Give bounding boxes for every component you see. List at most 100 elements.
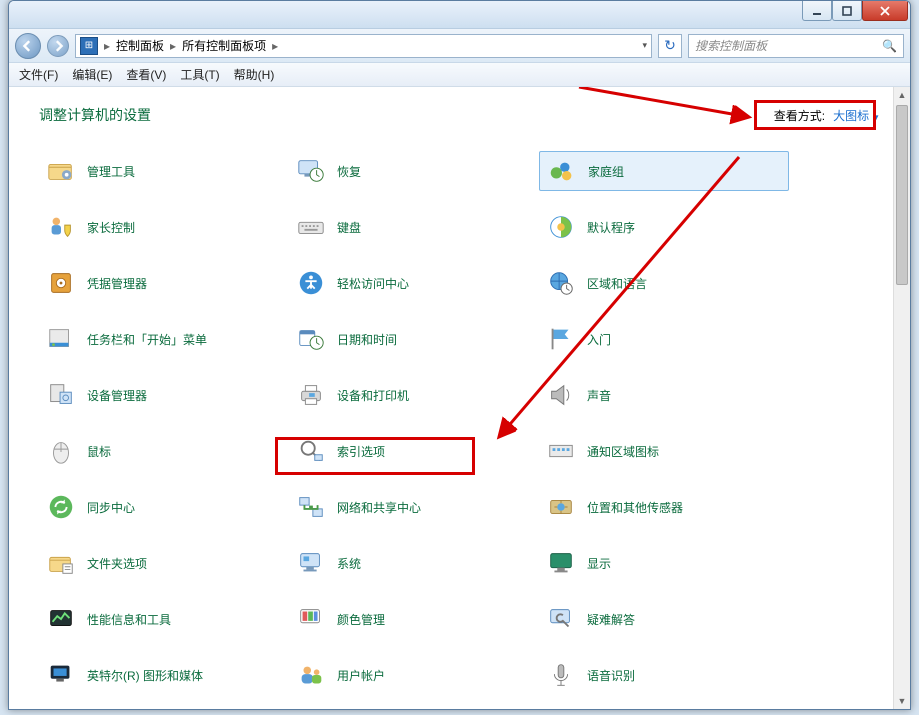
item-credential[interactable]: 凭据管理器 xyxy=(39,263,289,303)
item-label: 默认程序 xyxy=(587,219,635,236)
nav-row: ⊞ ▸ 控制面板 ▸ 所有控制面板项 ▸ ▾ ↻ 搜索控制面板 🔍 xyxy=(9,29,910,63)
ease-access-icon xyxy=(295,267,327,299)
monitor-clock-icon xyxy=(295,155,327,187)
item-network-sharing[interactable]: 网络和共享中心 xyxy=(289,487,539,527)
microphone-icon xyxy=(545,659,577,691)
chevron-right-icon: ▸ xyxy=(170,39,176,53)
homegroup-icon xyxy=(546,155,578,187)
item-device-manager[interactable]: 设备管理器 xyxy=(39,375,289,415)
item-location[interactable]: 位置和其他传感器 xyxy=(539,487,789,527)
item-devices-printers[interactable]: 设备和打印机 xyxy=(289,375,539,415)
menu-edit[interactable]: 编辑(E) xyxy=(72,66,112,83)
minimize-button[interactable] xyxy=(802,1,832,21)
search-placeholder: 搜索控制面板 xyxy=(695,37,767,54)
item-taskbar[interactable]: 任务栏和「开始」菜单 xyxy=(39,319,289,359)
item-label: 管理工具 xyxy=(87,163,135,180)
item-label: 设备管理器 xyxy=(87,387,147,404)
scroll-up-icon[interactable]: ▲ xyxy=(894,87,910,103)
item-label: 索引选项 xyxy=(337,443,385,460)
scroll-down-icon[interactable]: ▼ xyxy=(894,693,910,709)
item-notification-icons[interactable]: 通知区域图标 xyxy=(539,431,789,471)
item-label: 任务栏和「开始」菜单 xyxy=(87,331,207,348)
item-ease-access[interactable]: 轻松访问中心 xyxy=(289,263,539,303)
item-label: 日期和时间 xyxy=(337,331,397,348)
item-label: 网络和共享中心 xyxy=(337,499,421,516)
item-label: 区域和语言 xyxy=(587,275,647,292)
globe-clock-icon xyxy=(545,267,577,299)
mouse-icon xyxy=(45,435,77,467)
troubleshoot-icon xyxy=(545,603,577,635)
intel-graphics-icon xyxy=(45,659,77,691)
close-button[interactable] xyxy=(862,1,908,21)
printer-icon xyxy=(295,379,327,411)
item-label: 系统 xyxy=(337,555,361,572)
item-keyboard[interactable]: 键盘 xyxy=(289,207,539,247)
scrollbar[interactable]: ▲ ▼ xyxy=(893,87,910,709)
item-label: 家长控制 xyxy=(87,219,135,236)
item-system[interactable]: 系统 xyxy=(289,543,539,583)
safe-icon xyxy=(45,267,77,299)
item-label: 同步中心 xyxy=(87,499,135,516)
content-area: ▲ ▼ 调整计算机的设置 查看方式: 大图标▼ 管理工具 恢复 家庭组 家长控制… xyxy=(9,87,910,709)
folder-gear-icon xyxy=(45,155,77,187)
item-sound[interactable]: 声音 xyxy=(539,375,789,415)
item-label: 键盘 xyxy=(337,219,361,236)
programs-icon xyxy=(545,211,577,243)
item-intel-graphics[interactable]: 英特尔(R) 图形和媒体 xyxy=(39,655,289,695)
item-homegroup[interactable]: 家庭组 xyxy=(539,151,789,191)
menu-file[interactable]: 文件(F) xyxy=(19,66,58,83)
menu-view[interactable]: 查看(V) xyxy=(126,66,166,83)
item-display[interactable]: 显示 xyxy=(539,543,789,583)
item-admin-tools[interactable]: 管理工具 xyxy=(39,151,289,191)
item-label: 恢复 xyxy=(337,163,361,180)
titlebar xyxy=(9,1,910,29)
view-by-dropdown[interactable]: 大图标▼ xyxy=(833,107,880,124)
forward-button[interactable] xyxy=(47,35,69,57)
item-recovery[interactable]: 恢复 xyxy=(289,151,539,191)
people-shield-icon xyxy=(45,211,77,243)
back-button[interactable] xyxy=(15,33,41,59)
search-icon: 🔍 xyxy=(882,39,897,53)
chevron-right-icon: ▸ xyxy=(104,39,110,53)
item-color-mgmt[interactable]: 颜色管理 xyxy=(289,599,539,639)
search-input[interactable]: 搜索控制面板 🔍 xyxy=(688,34,904,58)
maximize-button[interactable] xyxy=(832,1,862,21)
menu-bar: 文件(F) 编辑(E) 查看(V) 工具(T) 帮助(H) xyxy=(9,63,910,87)
item-label: 疑难解答 xyxy=(587,611,635,628)
clock-calendar-icon xyxy=(295,323,327,355)
system-icon xyxy=(295,547,327,579)
explorer-window: ⊞ ▸ 控制面板 ▸ 所有控制面板项 ▸ ▾ ↻ 搜索控制面板 🔍 文件(F) … xyxy=(8,0,911,710)
address-dropdown-icon[interactable]: ▾ xyxy=(642,40,647,51)
item-speech[interactable]: 语音识别 xyxy=(539,655,789,695)
item-indexing[interactable]: 索引选项 xyxy=(289,431,539,471)
item-folder-options[interactable]: 文件夹选项 xyxy=(39,543,289,583)
display-icon xyxy=(545,547,577,579)
item-mouse[interactable]: 鼠标 xyxy=(39,431,289,471)
page-title: 调整计算机的设置 xyxy=(39,105,151,125)
chevron-right-icon: ▸ xyxy=(272,39,278,53)
item-default-programs[interactable]: 默认程序 xyxy=(539,207,789,247)
performance-icon xyxy=(45,603,77,635)
item-label: 轻松访问中心 xyxy=(337,275,409,292)
item-getting-started[interactable]: 入门 xyxy=(539,319,789,359)
item-user-accounts[interactable]: 用户帐户 xyxy=(289,655,539,695)
item-label: 英特尔(R) 图形和媒体 xyxy=(87,667,203,684)
scroll-thumb[interactable] xyxy=(896,105,908,285)
refresh-button[interactable]: ↻ xyxy=(658,34,682,58)
control-panel-icon: ⊞ xyxy=(80,37,98,55)
breadcrumb-current[interactable]: 所有控制面板项 xyxy=(182,37,266,54)
item-label: 通知区域图标 xyxy=(587,443,659,460)
folder-options-icon xyxy=(45,547,77,579)
menu-tools[interactable]: 工具(T) xyxy=(180,66,219,83)
item-label: 声音 xyxy=(587,387,611,404)
item-performance[interactable]: 性能信息和工具 xyxy=(39,599,289,639)
breadcrumb-root[interactable]: 控制面板 xyxy=(116,37,164,54)
item-label: 设备和打印机 xyxy=(337,387,409,404)
menu-help[interactable]: 帮助(H) xyxy=(234,66,275,83)
item-sync-center[interactable]: 同步中心 xyxy=(39,487,289,527)
item-region[interactable]: 区域和语言 xyxy=(539,263,789,303)
item-parental[interactable]: 家长控制 xyxy=(39,207,289,247)
address-bar[interactable]: ⊞ ▸ 控制面板 ▸ 所有控制面板项 ▸ ▾ xyxy=(75,34,652,58)
item-datetime[interactable]: 日期和时间 xyxy=(289,319,539,359)
item-troubleshoot[interactable]: 疑难解答 xyxy=(539,599,789,639)
